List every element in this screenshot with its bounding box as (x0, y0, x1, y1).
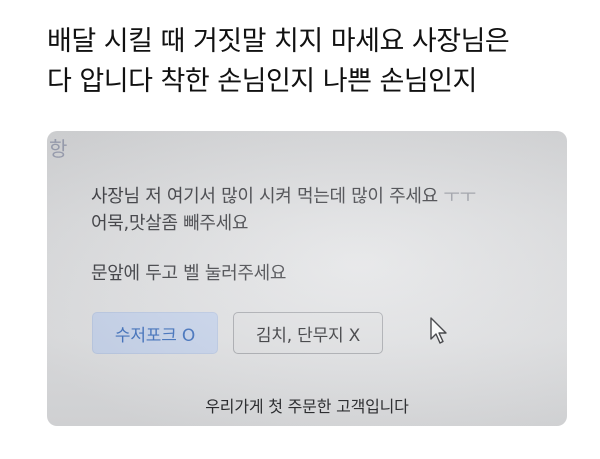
post-caption: 배달 시킬 때 거짓말 치지 마세요 사장님은 다 압니다 착한 손님인지 나쁜… (47, 22, 587, 102)
side-dishes-option-chip: 김치, 단무지 X (233, 312, 383, 354)
caption-line-2: 다 압니다 착한 손님인지 나쁜 손님인지 (47, 66, 477, 97)
request-emoticon: ㅜㅜ (443, 186, 476, 207)
faded-header-text: 항 (49, 137, 68, 161)
request-main-text: 사장님 저 여기서 많이 시켜 먹는데 많이 주세요 (91, 186, 438, 207)
customer-request-line-1: 사장님 저 여기서 많이 시켜 먹는데 많이 주세요 ㅜㅜ (91, 182, 476, 208)
customer-request-line-2: 어묵,맛살좀 빼주세요 (91, 213, 249, 234)
order-screenshot-photo: 항 사장님 저 여기서 많이 시켜 먹는데 많이 주세요 ㅜㅜ 어묵,맛살좀 빼… (47, 131, 567, 426)
caption-line-1: 배달 시킬 때 거짓말 치지 마세요 사장님은 (47, 26, 510, 57)
mouse-pointer-icon (430, 317, 447, 344)
delivery-request: 문앞에 두고 벨 눌러주세요 (91, 263, 287, 284)
first-order-customer-notice: 우리가게 첫 주문한 고객입니다 (205, 397, 409, 416)
utensils-option-chip: 수저포크 O (92, 312, 218, 354)
